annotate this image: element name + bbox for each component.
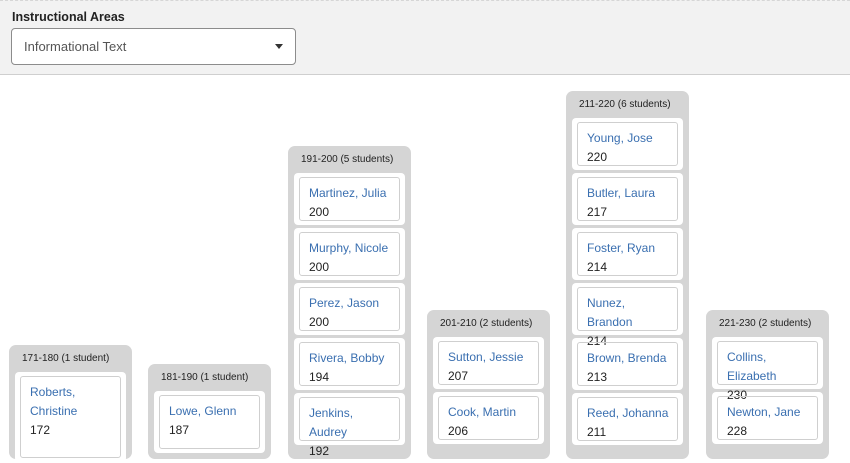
score-band-column: 201-210 (2 students) Sutton, Jessie 207 … (427, 310, 550, 459)
student-card[interactable]: Cook, Martin 206 (433, 392, 544, 444)
student-score: 220 (587, 150, 608, 164)
student-score: 214 (587, 260, 608, 274)
student-score: 194 (309, 370, 330, 384)
score-band-header: 221-230 (2 students) (719, 318, 812, 329)
score-band-header: 181-190 (1 student) (161, 372, 249, 383)
student-name-link[interactable]: Butler, Laura (587, 184, 669, 203)
student-name-link[interactable]: Brown, Brenda (587, 349, 669, 368)
student-score: 213 (587, 370, 608, 384)
student-card[interactable]: Brown, Brenda 213 (572, 338, 683, 390)
student-name-link[interactable]: Nunez, Brandon (587, 294, 669, 332)
student-card[interactable]: Jenkins, Audrey 192 (294, 393, 405, 458)
student-name-link[interactable]: Young, Jose (587, 129, 669, 148)
filter-label: Instructional Areas (12, 10, 125, 24)
student-score: 217 (587, 205, 608, 219)
filter-bar: Instructional Areas Informational Text (0, 0, 850, 75)
student-score: 228 (727, 424, 748, 438)
instructional-areas-select[interactable]: Informational Text (11, 28, 296, 65)
student-name-link[interactable]: Jenkins, Audrey (309, 404, 391, 442)
student-score: 172 (30, 423, 51, 437)
student-score: 206 (448, 424, 469, 438)
score-band-header: 201-210 (2 students) (440, 318, 533, 329)
student-name-link[interactable]: Sutton, Jessie (448, 348, 530, 367)
student-card[interactable]: Perez, Jason 200 (294, 283, 405, 335)
score-band-column: 211-220 (6 students) Young, Jose 220 But… (566, 91, 689, 459)
student-name-link[interactable]: Martinez, Julia (309, 184, 391, 203)
student-score: 192 (309, 444, 330, 458)
student-name-link[interactable]: Cook, Martin (448, 403, 530, 422)
student-card[interactable]: Rivera, Bobby 194 (294, 338, 405, 390)
student-card[interactable]: Lowe, Glenn 187 (154, 391, 265, 453)
student-score: 200 (309, 205, 330, 219)
student-name-link[interactable]: Roberts, Christine (30, 383, 100, 421)
student-card[interactable]: Nunez, Brandon 214 (572, 283, 683, 348)
student-card[interactable]: Collins, Elizabeth 230 (712, 337, 823, 402)
student-card[interactable]: Roberts, Christine 172 (15, 372, 126, 462)
score-band-column: 191-200 (5 students) Martinez, Julia 200… (288, 146, 411, 459)
student-card[interactable]: Sutton, Jessie 207 (433, 337, 544, 389)
student-card[interactable]: Martinez, Julia 200 (294, 173, 405, 225)
student-name-link[interactable]: Rivera, Bobby (309, 349, 391, 368)
student-card[interactable]: Murphy, Nicole 200 (294, 228, 405, 280)
student-card[interactable]: Young, Jose 220 (572, 118, 683, 170)
score-band-column: 181-190 (1 student) Lowe, Glenn 187 (148, 364, 271, 459)
student-card[interactable]: Butler, Laura 217 (572, 173, 683, 225)
student-name-link[interactable]: Reed, Johanna (587, 404, 669, 423)
student-score: 211 (587, 425, 607, 439)
student-card[interactable]: Newton, Jane 228 (712, 392, 823, 444)
student-score: 207 (448, 369, 469, 383)
student-name-link[interactable]: Newton, Jane (727, 403, 809, 422)
student-score: 200 (309, 260, 330, 274)
student-name-link[interactable]: Foster, Ryan (587, 239, 669, 258)
student-name-link[interactable]: Lowe, Glenn (169, 402, 251, 421)
student-score: 200 (309, 315, 330, 329)
score-band-column: 221-230 (2 students) Collins, Elizabeth … (706, 310, 829, 459)
student-name-link[interactable]: Perez, Jason (309, 294, 391, 313)
select-value: Informational Text (24, 39, 127, 54)
student-name-link[interactable]: Murphy, Nicole (309, 239, 391, 258)
chevron-down-icon[interactable] (275, 44, 283, 49)
student-card[interactable]: Reed, Johanna 211 (572, 393, 683, 445)
score-band-header: 191-200 (5 students) (301, 154, 394, 165)
student-name-link[interactable]: Collins, Elizabeth (727, 348, 809, 386)
student-card[interactable]: Foster, Ryan 214 (572, 228, 683, 280)
score-band-header: 211-220 (6 students) (579, 99, 671, 110)
score-band-header: 171-180 (1 student) (22, 353, 110, 364)
student-score: 187 (169, 423, 190, 437)
score-band-column: 171-180 (1 student) Roberts, Christine 1… (9, 345, 132, 462)
